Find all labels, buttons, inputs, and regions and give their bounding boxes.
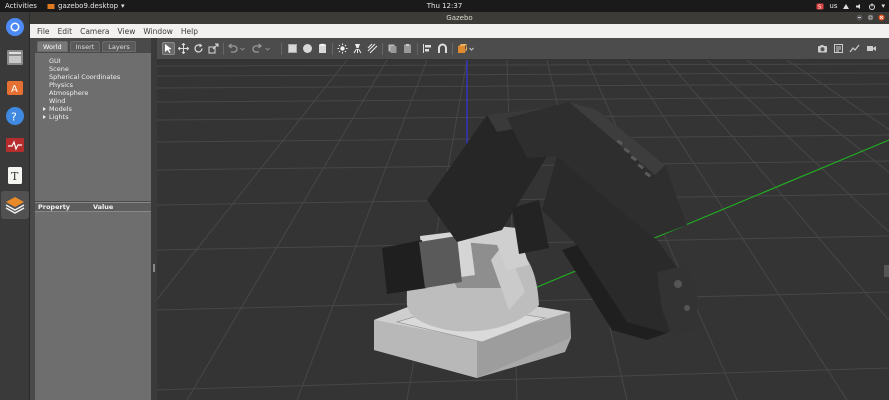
- change-view-chevron-icon[interactable]: [468, 42, 475, 55]
- spot-light-icon[interactable]: [351, 42, 364, 55]
- property-table: [35, 212, 151, 400]
- toolbar-separator: [223, 43, 224, 55]
- system-monitor-icon[interactable]: [4, 134, 26, 156]
- system-menu-chevron-icon[interactable]: ▾: [881, 0, 885, 12]
- activities-button[interactable]: Activities: [5, 0, 37, 12]
- property-table-header: Property Value: [35, 202, 151, 212]
- window-titlebar: Gazebo: [30, 12, 889, 24]
- expand-arrow-icon[interactable]: [43, 107, 46, 111]
- toolbar: [157, 38, 889, 60]
- menu-camera[interactable]: Camera: [76, 27, 113, 36]
- scale-mode-icon[interactable]: [207, 42, 220, 55]
- menu-view[interactable]: View: [114, 27, 140, 36]
- box-shape-icon[interactable]: [286, 42, 299, 55]
- screenshot-icon[interactable]: [816, 42, 829, 55]
- expand-arrow-icon[interactable]: [43, 115, 46, 119]
- property-column-header[interactable]: Property: [38, 203, 70, 212]
- chevron-down-icon: ▾: [121, 2, 125, 10]
- translate-mode-icon[interactable]: [177, 42, 190, 55]
- volume-icon[interactable]: [855, 3, 863, 10]
- tree-item-lights[interactable]: Lights: [43, 113, 69, 121]
- network-icon[interactable]: [842, 3, 850, 10]
- tree-item-gui[interactable]: GUI: [49, 57, 61, 65]
- value-column-header[interactable]: Value: [93, 203, 113, 212]
- redo-icon[interactable]: [251, 42, 264, 55]
- software-center-icon[interactable]: A: [4, 76, 26, 98]
- left-panel: World Insert Layers GUI Scene Spherical …: [30, 38, 156, 400]
- toolbar-separator: [281, 43, 282, 55]
- tree-item-lights-label: Lights: [49, 113, 69, 121]
- viewport-resize-handle[interactable]: [884, 265, 889, 277]
- gazebo-icon[interactable]: [1, 191, 29, 219]
- files-icon[interactable]: [4, 46, 26, 68]
- paste-icon[interactable]: [401, 42, 414, 55]
- tree-item-models-label: Models: [49, 105, 72, 113]
- menu-window[interactable]: Window: [139, 27, 177, 36]
- tree-item-scene[interactable]: Scene: [49, 65, 69, 73]
- cylinder-shape-icon[interactable]: [316, 42, 329, 55]
- point-light-icon[interactable]: [336, 42, 349, 55]
- help-icon[interactable]: ?: [4, 105, 26, 127]
- video-record-icon[interactable]: [865, 42, 878, 55]
- toolbar-separator: [417, 43, 418, 55]
- plot-icon[interactable]: [848, 42, 861, 55]
- tab-world[interactable]: World: [37, 41, 68, 52]
- svg-text:A: A: [11, 84, 18, 95]
- menubar: File Edit Camera View Window Help: [30, 24, 889, 38]
- input-method-icon[interactable]: S: [816, 3, 824, 10]
- svg-text:S: S: [818, 4, 821, 10]
- text-editor-icon[interactable]: T: [4, 164, 26, 186]
- toolbar-separator: [332, 43, 333, 55]
- rotate-mode-icon[interactable]: [192, 42, 205, 55]
- menu-help[interactable]: Help: [177, 27, 202, 36]
- dock: A ? T: [0, 12, 30, 400]
- undo-history-chevron-icon[interactable]: [239, 42, 246, 55]
- panel-tabs: World Insert Layers: [37, 41, 136, 52]
- tree-item-physics[interactable]: Physics: [49, 81, 73, 89]
- chromium-icon[interactable]: [4, 16, 26, 38]
- minimize-icon[interactable]: [856, 14, 863, 21]
- splitter-grip[interactable]: [153, 264, 155, 272]
- tree-item-spherical-coordinates[interactable]: Spherical Coordinates: [49, 73, 120, 81]
- log-icon[interactable]: [832, 42, 845, 55]
- 3d-viewport[interactable]: [157, 60, 889, 400]
- clock[interactable]: Thu 12:37: [427, 0, 463, 12]
- menu-edit[interactable]: Edit: [54, 27, 77, 36]
- sphere-shape-icon[interactable]: [301, 42, 314, 55]
- undo-icon[interactable]: [226, 42, 239, 55]
- maximize-icon[interactable]: [867, 14, 874, 21]
- system-top-bar: Activities gazebo9.desktop ▾ Thu 12:37 S…: [0, 0, 889, 12]
- tab-layers[interactable]: Layers: [102, 41, 136, 52]
- svg-text:T: T: [11, 170, 19, 183]
- align-icon[interactable]: [421, 42, 434, 55]
- toolbar-separator: [452, 43, 453, 55]
- app-menu[interactable]: gazebo9.desktop ▾: [47, 0, 125, 12]
- window-title: Gazebo: [446, 14, 473, 22]
- gazebo-app-icon: [47, 3, 55, 9]
- toolbar-separator: [382, 43, 383, 55]
- keyboard-layout[interactable]: us: [829, 0, 837, 12]
- redo-history-chevron-icon[interactable]: [264, 42, 271, 55]
- tab-insert[interactable]: Insert: [69, 41, 101, 52]
- world-tree: GUI Scene Spherical Coordinates Physics …: [35, 53, 151, 201]
- svg-text:?: ?: [11, 111, 17, 124]
- copy-icon[interactable]: [386, 42, 399, 55]
- select-mode-icon[interactable]: [162, 42, 175, 55]
- app-menu-label: gazebo9.desktop: [58, 2, 119, 10]
- scene-render[interactable]: [157, 60, 889, 400]
- tree-item-wind[interactable]: Wind: [49, 97, 65, 105]
- close-icon[interactable]: [878, 14, 885, 21]
- tree-item-atmosphere[interactable]: Atmosphere: [49, 89, 88, 97]
- power-icon[interactable]: [868, 3, 876, 10]
- menu-file[interactable]: File: [30, 27, 54, 36]
- directional-light-icon[interactable]: [366, 42, 379, 55]
- snap-icon[interactable]: [436, 42, 449, 55]
- tree-item-models[interactable]: Models: [43, 105, 72, 113]
